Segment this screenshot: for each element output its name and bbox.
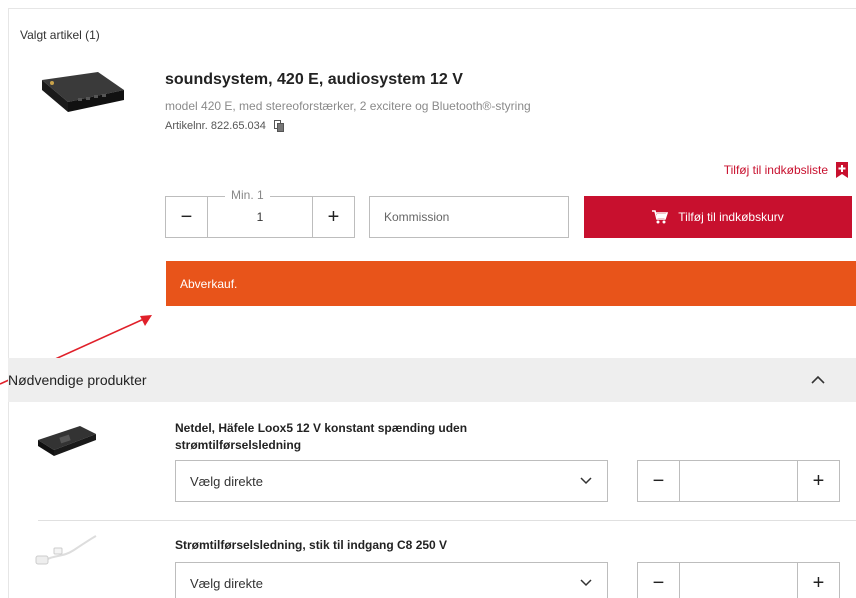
add-to-wishlist-link[interactable]: Tilføj til indkøbsliste [724, 162, 848, 178]
bookmark-plus-icon [836, 162, 848, 178]
wishlist-label: Tilføj til indkøbsliste [723, 163, 828, 177]
needed-item-title[interactable]: Netdel, Häfele Loox5 12 V konstant spænd… [175, 420, 555, 454]
direct-select-dropdown[interactable]: Vælg direkte [175, 562, 608, 598]
select-label: Vælg direkte [190, 575, 263, 591]
quantity-increase-button[interactable]: + [797, 461, 839, 501]
product-title[interactable]: soundsystem, 420 E, audiosystem 12 V [165, 71, 463, 89]
sale-banner: Abverkauf. [166, 261, 856, 306]
quantity-increase-button[interactable]: + [797, 563, 839, 598]
power-cable-image [34, 532, 104, 572]
selected-article-heading: Valgt artikel (1) [20, 28, 100, 42]
quantity-increase-button[interactable]: + [312, 197, 354, 237]
select-label: Vælg direkte [190, 473, 263, 489]
quantity-decrease-button[interactable]: − [638, 563, 680, 598]
quantity-input[interactable] [680, 461, 797, 501]
product-image [38, 68, 128, 120]
add-to-cart-button[interactable]: Tilføj til indkøbskurv [584, 196, 852, 238]
needed-item-title[interactable]: Strømtilførselsledning, stik til indgang… [175, 537, 555, 554]
article-number-row: Artikelnr. 822.65.034 [165, 120, 284, 132]
chevron-down-icon [580, 579, 592, 587]
quantity-decrease-button[interactable]: − [166, 197, 208, 237]
panel-border-top [8, 8, 856, 9]
article-number: Artikelnr. 822.65.034 [165, 120, 266, 132]
direct-select-dropdown[interactable]: Vælg direkte [175, 460, 608, 502]
commission-input[interactable]: Kommission [369, 196, 569, 238]
product-description: model 420 E, med stereoforstærker, 2 exc… [165, 99, 531, 113]
quantity-stepper: − 1 + [165, 196, 355, 238]
quantity-decrease-button[interactable]: − [638, 461, 680, 501]
needed-item-quantity-stepper: − + [637, 562, 840, 598]
needed-products-header[interactable] [38, 358, 856, 402]
needed-item-quantity-stepper: − + [637, 460, 840, 502]
power-supply-image [34, 420, 104, 460]
sale-banner-text: Abverkauf. [180, 276, 238, 291]
needed-products-heading: Nødvendige produkter [8, 372, 147, 388]
minimum-quantity-label: Min. 1 [225, 188, 270, 202]
cart-icon [652, 210, 669, 224]
quantity-input[interactable]: 1 [208, 197, 312, 237]
copy-icon[interactable] [273, 120, 284, 132]
add-to-cart-label: Tilføj til indkøbskurv [678, 210, 784, 224]
item-divider [38, 520, 856, 521]
quantity-input[interactable] [680, 563, 797, 598]
chevron-up-icon[interactable] [810, 372, 826, 388]
chevron-down-icon [580, 477, 592, 485]
